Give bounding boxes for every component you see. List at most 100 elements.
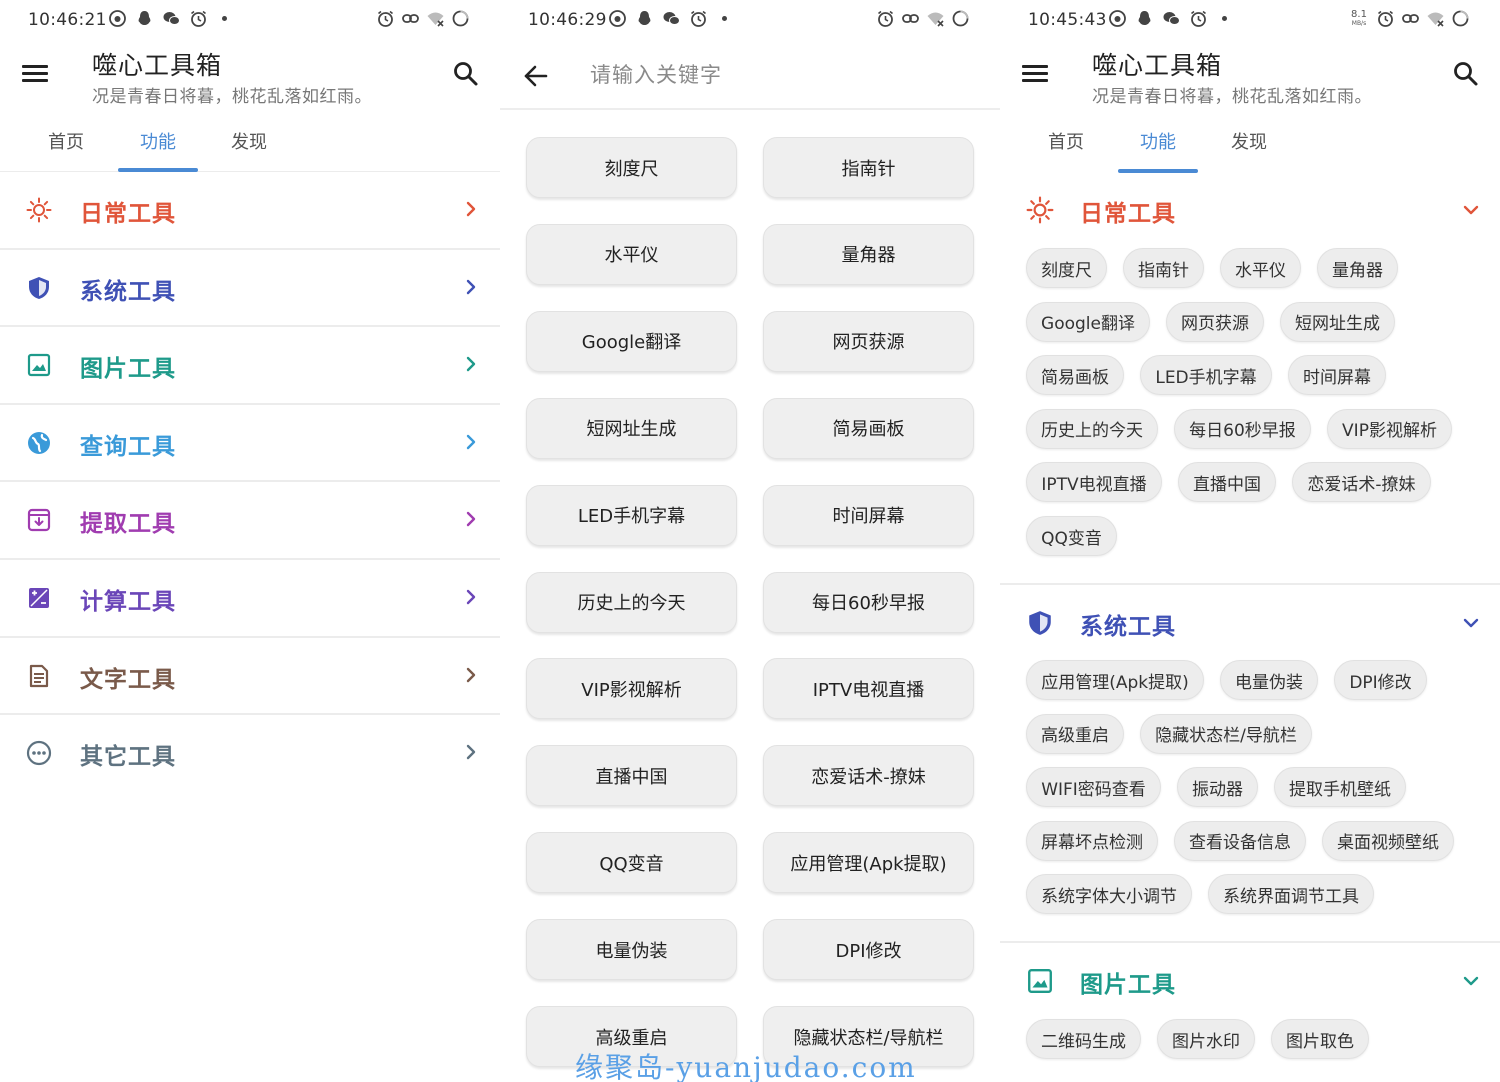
tool-chip[interactable]: 历史上的今天 xyxy=(1026,408,1158,449)
category-label: 文字工具 xyxy=(80,666,176,693)
more-notifications-dot xyxy=(1222,16,1227,21)
app-title: 噬心工具箱 xyxy=(92,51,223,80)
tool-chip[interactable]: DPI修改 xyxy=(1334,660,1427,700)
tool-chip[interactable]: WIFI密码查看 xyxy=(1026,767,1161,808)
tool-button[interactable]: DPI修改 xyxy=(763,919,974,981)
notification-icons xyxy=(1108,9,1227,28)
section-title: 日常工具 xyxy=(1080,201,1176,227)
tool-chip[interactable]: 直播中国 xyxy=(1178,462,1276,503)
tab-home[interactable]: 首页 xyxy=(1026,128,1106,154)
search-icon[interactable] xyxy=(1452,60,1480,88)
tool-button[interactable]: LED手机字幕 xyxy=(526,484,737,546)
image-icon xyxy=(1026,967,1054,995)
wechat-icon xyxy=(662,9,681,28)
tool-chip[interactable]: 振动器 xyxy=(1177,767,1258,808)
category-label: 日常工具 xyxy=(80,201,176,227)
tool-button[interactable]: 网页获源 xyxy=(763,310,974,372)
tool-button[interactable]: VIP影视解析 xyxy=(526,658,737,720)
tab-discover[interactable]: 发现 xyxy=(209,128,289,154)
tab-indicator xyxy=(1118,169,1198,173)
alarm-icon xyxy=(1189,9,1208,28)
tool-chip[interactable]: 提取手机壁纸 xyxy=(1274,767,1406,808)
tool-button[interactable]: 直播中国 xyxy=(526,745,737,807)
tool-button[interactable]: Google翻译 xyxy=(526,310,737,372)
tool-chip[interactable]: 恋爱话术-撩妹 xyxy=(1292,462,1431,503)
tool-button[interactable]: 时间屏幕 xyxy=(763,484,974,546)
tool-button[interactable]: 量角器 xyxy=(763,223,974,285)
tool-button[interactable]: 每日60秒早报 xyxy=(763,571,974,633)
category-row[interactable]: 文字工具 xyxy=(0,638,500,716)
alarm-icon xyxy=(376,9,395,28)
tool-button[interactable]: 指南针 xyxy=(763,137,974,198)
search-bar xyxy=(500,40,1000,110)
category-row[interactable]: 计算工具 xyxy=(0,560,500,638)
section-divider xyxy=(1000,583,1500,585)
tool-button[interactable]: 恋爱话术-撩妹 xyxy=(763,745,974,807)
menu-icon[interactable] xyxy=(22,62,48,86)
tool-chip[interactable]: Google翻译 xyxy=(1026,301,1150,342)
tool-chip[interactable]: 图片取色 xyxy=(1271,1019,1369,1059)
tool-chip[interactable]: 查看设备信息 xyxy=(1174,820,1306,861)
chevron-down-icon xyxy=(1462,202,1480,216)
tool-chip[interactable]: IPTV电视直播 xyxy=(1026,462,1162,503)
more-notifications-dot xyxy=(722,16,727,21)
tool-chip[interactable]: 图片水印 xyxy=(1157,1019,1255,1059)
wifi-off-icon xyxy=(426,9,445,28)
tool-button[interactable]: 水平仪 xyxy=(526,223,737,285)
tool-chip[interactable]: QQ变音 xyxy=(1026,516,1117,556)
search-input[interactable] xyxy=(590,54,970,96)
tool-chip[interactable]: LED手机字幕 xyxy=(1140,355,1272,396)
category-section-header[interactable]: 图片工具 xyxy=(1000,949,1500,1013)
tool-chip[interactable]: 电量伪装 xyxy=(1220,660,1318,700)
tool-button[interactable]: 应用管理(Apk提取) xyxy=(763,832,974,894)
category-section-header[interactable]: 系统工具 xyxy=(1000,591,1500,655)
back-arrow-icon[interactable] xyxy=(522,62,550,90)
category-row[interactable]: 日常工具 xyxy=(0,172,500,250)
tool-chip[interactable]: 量角器 xyxy=(1317,248,1398,288)
tool-button[interactable]: 历史上的今天 xyxy=(526,571,737,633)
tool-button[interactable]: 简易画板 xyxy=(763,397,974,459)
tool-button[interactable]: 电量伪装 xyxy=(526,919,737,981)
tool-button[interactable]: QQ变音 xyxy=(526,832,737,894)
alarm-icon xyxy=(189,9,208,28)
category-row[interactable]: 图片工具 xyxy=(0,327,500,405)
search-icon[interactable] xyxy=(452,60,480,88)
tool-chip[interactable]: 短网址生成 xyxy=(1280,301,1395,342)
tool-chip[interactable]: 二维码生成 xyxy=(1026,1019,1141,1059)
tab-discover[interactable]: 发现 xyxy=(1209,128,1289,154)
tab-functions[interactable]: 功能 xyxy=(1118,128,1198,154)
tool-chip[interactable]: 网页获源 xyxy=(1166,301,1264,342)
chevron-right-icon xyxy=(464,199,478,219)
category-list-screen: 10:46:21 噬心工具箱 况是青春日将暮，桃花乱落如红雨。 首页 功能 发现… xyxy=(0,0,500,1082)
category-row[interactable]: 查询工具 xyxy=(0,405,500,483)
qq-icon xyxy=(1135,9,1154,28)
tool-chip[interactable]: VIP影视解析 xyxy=(1327,408,1452,449)
tool-chip[interactable]: 时间屏幕 xyxy=(1288,355,1386,396)
tool-chip[interactable]: 每日60秒早报 xyxy=(1174,408,1311,449)
tool-chip[interactable]: 刻度尺 xyxy=(1026,248,1107,288)
system-status-icons xyxy=(376,9,470,28)
tab-functions[interactable]: 功能 xyxy=(118,128,198,154)
category-section-header[interactable]: 日常工具 xyxy=(1000,178,1500,242)
category-row[interactable]: 系统工具 xyxy=(0,250,500,328)
section-title: 系统工具 xyxy=(1080,614,1176,640)
tool-button[interactable]: 刻度尺 xyxy=(526,137,737,198)
tool-button[interactable]: IPTV电视直播 xyxy=(763,658,974,720)
tab-home[interactable]: 首页 xyxy=(26,128,106,154)
tool-chip[interactable]: 系统界面调节工具 xyxy=(1208,874,1374,915)
tool-chip[interactable]: 简易画板 xyxy=(1026,355,1124,396)
tool-chip[interactable]: 高级重启 xyxy=(1026,713,1124,754)
menu-icon[interactable] xyxy=(1022,62,1048,86)
tool-chip[interactable]: 水平仪 xyxy=(1220,248,1301,288)
category-row[interactable]: 提取工具 xyxy=(0,482,500,560)
tool-chip[interactable]: 应用管理(Apk提取) xyxy=(1026,660,1204,700)
tool-chip[interactable]: 屏幕坏点检测 xyxy=(1026,820,1158,861)
tool-chip[interactable]: 系统字体大小调节 xyxy=(1026,874,1192,915)
tool-chip[interactable]: 桌面视频壁纸 xyxy=(1322,820,1454,861)
chevron-right-icon xyxy=(464,587,478,607)
category-row[interactable]: 其它工具 xyxy=(0,715,500,793)
network-speed-unit: MB/s xyxy=(1351,19,1367,27)
tool-button[interactable]: 短网址生成 xyxy=(526,397,737,459)
tool-chip[interactable]: 隐藏状态栏/导航栏 xyxy=(1140,713,1312,754)
tool-chip[interactable]: 指南针 xyxy=(1123,248,1204,288)
